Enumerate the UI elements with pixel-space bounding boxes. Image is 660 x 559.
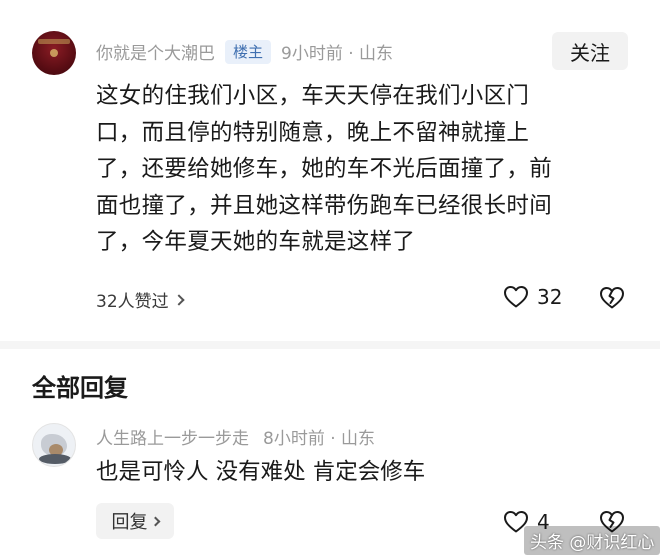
comment-line: 面也撞了，并且她这样带伤跑车已经很长时间 [96, 192, 553, 219]
likers-link[interactable]: 32人赞过 [96, 287, 185, 312]
chevron-right-icon [172, 293, 185, 306]
like-count: 32 [537, 285, 563, 309]
heart-icon [504, 286, 528, 308]
section-divider [0, 341, 660, 349]
replies-section-title: 全部回复 [32, 374, 128, 402]
comment-meta: 你就是个大潮巴 楼主 9小时前 · 山东 [96, 39, 393, 64]
commenter-avatar[interactable] [32, 31, 76, 75]
author-badge: 楼主 [225, 39, 272, 64]
comment-line: 这女的住我们小区，车天天停在我们小区门 [96, 83, 530, 109]
follow-button[interactable]: 关注 [552, 32, 628, 70]
reply-time-location: 8小时前 · 山东 [263, 429, 376, 449]
comment-line: 口，而且停的特别随意，晚上不留神就撞上 [96, 119, 530, 146]
watermark: 头条 @财识红心 [524, 526, 660, 555]
chevron-right-icon [150, 516, 160, 526]
comment-content: 这女的住我们小区，车天天停在我们小区门 口，而且停的特别随意，晚上不留神就撞上 … [96, 78, 626, 261]
avatar-emblem [50, 49, 58, 57]
reply-button-label: 回复 [111, 512, 148, 533]
comment-line: 了，还要给她修车，她的车不光后面撞了，前 [96, 156, 553, 182]
likers-text: 32人赞过 [96, 292, 169, 312]
comment-dislike-button[interactable] [598, 286, 626, 314]
replier-avatar[interactable] [32, 423, 76, 467]
reply-content: 也是可怜人 没有难处 肯定会修车 [96, 459, 426, 485]
comment-line: 了，今年夏天她的车就是这样了 [96, 229, 416, 255]
comment-like-button[interactable]: 32 [503, 285, 562, 309]
comment-time-location: 9小时前 · 山东 [281, 44, 394, 64]
avatar-decoration [38, 39, 70, 44]
avatar-decoration [39, 454, 71, 464]
commenter-username[interactable]: 你就是个大潮巴 [96, 39, 215, 64]
replier-username[interactable]: 人生路上一步一步走 [96, 424, 249, 449]
broken-heart-icon [600, 287, 624, 309]
reply-button[interactable]: 回复 [96, 503, 174, 539]
reply-meta: 人生路上一步一步走 8小时前 · 山东 [96, 424, 375, 449]
